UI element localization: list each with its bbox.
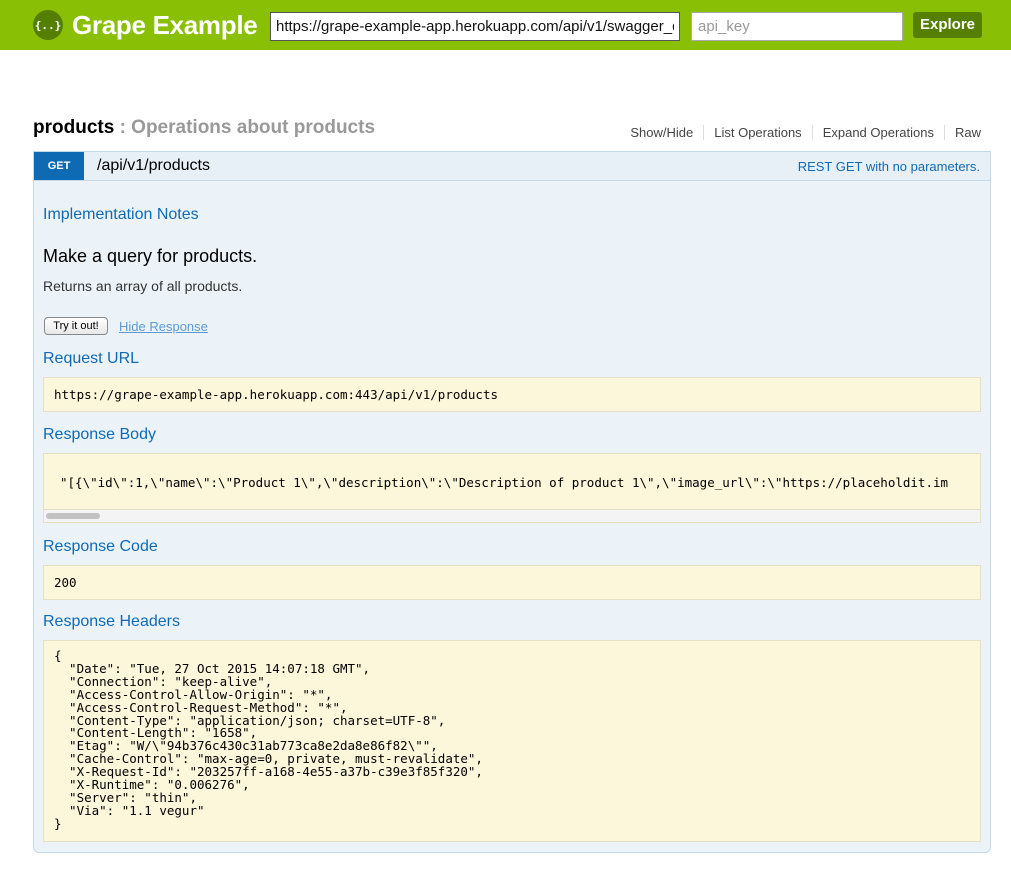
request-url-block: https://grape-example-app.herokuapp.com:…: [43, 377, 981, 412]
try-it-out-button[interactable]: Try it out!: [44, 317, 108, 335]
response-code-block: 200: [43, 565, 981, 600]
implementation-text: Returns an array of all products.: [43, 278, 243, 294]
expand-operations-link[interactable]: Expand Operations: [811, 125, 944, 140]
hide-response-link[interactable]: Hide Response: [119, 319, 208, 334]
resource-separator: :: [119, 117, 126, 138]
response-body-scrollbar[interactable]: [44, 509, 980, 522]
response-code-heading: Response Code: [43, 538, 158, 555]
implementation-notes-heading: Implementation Notes: [43, 206, 199, 223]
http-method-badge[interactable]: GET: [34, 152, 84, 180]
response-code-text: 200: [54, 575, 77, 590]
logo[interactable]: {..} Grape Example: [33, 9, 258, 40]
app-title: Grape Example: [72, 9, 258, 40]
implementation-title: Make a query for products.: [43, 246, 258, 266]
scrollbar-thumb[interactable]: [46, 513, 100, 519]
resource-name[interactable]: products: [33, 117, 114, 138]
list-operations-link[interactable]: List Operations: [703, 125, 811, 140]
api-url-input[interactable]: [270, 12, 680, 41]
swagger-logo-icon: {..}: [33, 10, 63, 40]
explore-button[interactable]: Explore: [913, 12, 982, 38]
top-bar: {..} Grape Example Explore: [0, 0, 1011, 50]
response-headers-text: { "Date": "Tue, 27 Oct 2015 14:07:18 GMT…: [54, 648, 483, 831]
operation-summary[interactable]: REST GET with no parameters.: [798, 159, 980, 174]
operation-header[interactable]: GET /api/v1/products REST GET with no pa…: [34, 152, 990, 181]
resource-links: Show/Hide List Operations Expand Operati…: [620, 125, 981, 140]
raw-link[interactable]: Raw: [943, 125, 981, 140]
response-body-text: "[{\"id\":1,\"name\":\"Product 1\",\"des…: [60, 475, 949, 490]
resource-description: Operations about products: [131, 117, 376, 138]
response-headers-block: { "Date": "Tue, 27 Oct 2015 14:07:18 GMT…: [43, 640, 981, 842]
request-url-heading: Request URL: [43, 350, 140, 367]
operation-path[interactable]: /api/v1/products: [97, 157, 210, 175]
response-body-block[interactable]: "[{\"id\":1,\"name\":\"Product 1\",\"des…: [43, 453, 981, 523]
resource-heading: products : Operations about products: [33, 117, 375, 139]
response-body-heading: Response Body: [43, 426, 156, 443]
show-hide-link[interactable]: Show/Hide: [620, 125, 703, 140]
response-headers-heading: Response Headers: [43, 613, 180, 630]
request-url-text: https://grape-example-app.herokuapp.com:…: [54, 387, 499, 402]
operation-panel: GET /api/v1/products REST GET with no pa…: [33, 151, 991, 853]
api-key-input[interactable]: [691, 12, 903, 41]
